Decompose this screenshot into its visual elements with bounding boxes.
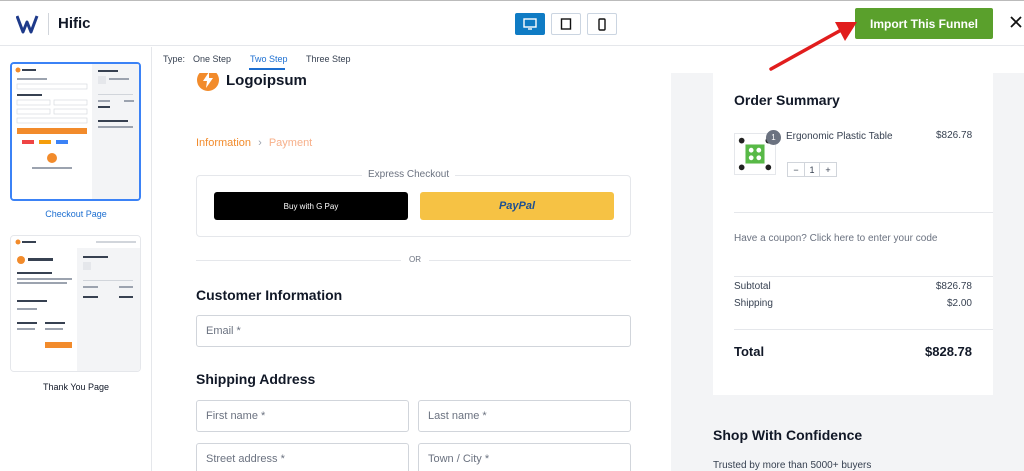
funnel-type-bar: Type: One Step Two Step Three Step — [153, 47, 1024, 73]
customer-information-title: Customer Information — [196, 287, 343, 303]
checkout-page-preview-image — [12, 64, 139, 199]
tablet-icon — [560, 18, 572, 30]
summary-divider — [734, 212, 993, 213]
device-switcher — [515, 13, 623, 35]
quantity-increase-button[interactable]: + — [820, 163, 836, 176]
thank-you-page-label[interactable]: Thank You Page — [0, 382, 152, 392]
active-tab-indicator — [249, 68, 285, 70]
funnel-preview: Logoipsum Information › Payment Express … — [153, 47, 1024, 471]
import-funnel-button[interactable]: Import This Funnel — [855, 8, 993, 39]
breadcrumb-payment[interactable]: Payment — [269, 137, 312, 149]
total-value: $828.78 — [925, 344, 972, 359]
mobile-view-button[interactable] — [587, 13, 617, 35]
paypal-button[interactable]: PayPal — [420, 192, 614, 220]
coupon-link[interactable]: Have a coupon? Click here to enter your … — [734, 233, 937, 244]
email-field[interactable]: Email * — [196, 315, 631, 347]
tab-two-step[interactable]: Two Step — [250, 54, 288, 64]
product-quantity-badge: 1 — [766, 130, 781, 145]
close-icon[interactable] — [1008, 13, 1024, 33]
checkout-form-column: Logoipsum Information › Payment Express … — [153, 47, 671, 471]
shipping-address-title: Shipping Address — [196, 371, 316, 387]
checkout-breadcrumb: Information › Payment — [196, 137, 312, 149]
tab-one-step[interactable]: One Step — [193, 54, 231, 64]
google-pay-button[interactable]: Buy with G Pay — [214, 192, 408, 220]
checkout-page-thumbnail[interactable] — [10, 62, 141, 201]
order-summary-title: Order Summary — [734, 92, 840, 108]
red-arrow-annotation — [769, 22, 857, 71]
trusted-buyers-text: Trusted by more than 5000+ buyers — [713, 460, 872, 471]
or-label: OR — [401, 255, 429, 264]
brand-logo-icon — [16, 15, 39, 34]
mobile-icon — [598, 17, 606, 31]
order-summary-card: Order Summary 1 Ergonomic Plastic Table … — [713, 67, 993, 395]
breadcrumb-information[interactable]: Information — [196, 137, 251, 149]
town-city-field[interactable]: Town / City * — [418, 443, 631, 471]
shipping-value: $2.00 — [946, 298, 972, 309]
product-name: Ergonomic Plastic Table — [786, 131, 893, 142]
tablet-view-button[interactable] — [551, 13, 581, 35]
logo-divider — [48, 13, 49, 35]
street-address-field[interactable]: Street address * — [196, 443, 409, 471]
brand-name: Hific — [58, 15, 91, 32]
quantity-value[interactable]: 1 — [804, 163, 820, 176]
quantity-decrease-button[interactable]: − — [788, 163, 804, 176]
top-bar: Hific Import This Funnel — [0, 0, 1024, 46]
page-list-sidebar: Checkout Page Thank You Page — [0, 47, 152, 471]
order-summary-column: Order Summary 1 Ergonomic Plastic Table … — [671, 47, 1024, 471]
site-logo-text: Logoipsum — [226, 71, 307, 89]
quantity-stepper: − 1 + — [787, 162, 837, 177]
breadcrumb-separator: › — [258, 137, 262, 149]
thank-you-page-preview-image — [11, 236, 140, 371]
product-price: $826.78 — [936, 130, 973, 141]
checkout-page-label[interactable]: Checkout Page — [0, 209, 152, 219]
subtotal-label: Subtotal — [734, 281, 771, 292]
shipping-label: Shipping — [734, 298, 773, 309]
first-name-field[interactable]: First name * — [196, 400, 409, 432]
last-name-field[interactable]: Last name * — [418, 400, 631, 432]
express-checkout-box: Express Checkout Buy with G Pay PayPal — [196, 169, 631, 237]
desktop-view-button[interactable] — [515, 13, 545, 35]
subtotal-value: $826.78 — [935, 281, 972, 292]
summary-divider — [734, 329, 993, 330]
express-checkout-title: Express Checkout — [362, 169, 456, 180]
desktop-icon — [523, 18, 537, 30]
summary-divider — [734, 276, 993, 277]
thank-you-page-thumbnail[interactable] — [10, 235, 141, 372]
type-label: Type: — [163, 54, 186, 64]
shop-with-confidence-title: Shop With Confidence — [713, 427, 863, 443]
total-label: Total — [734, 344, 765, 359]
tab-three-step[interactable]: Three Step — [306, 54, 351, 64]
